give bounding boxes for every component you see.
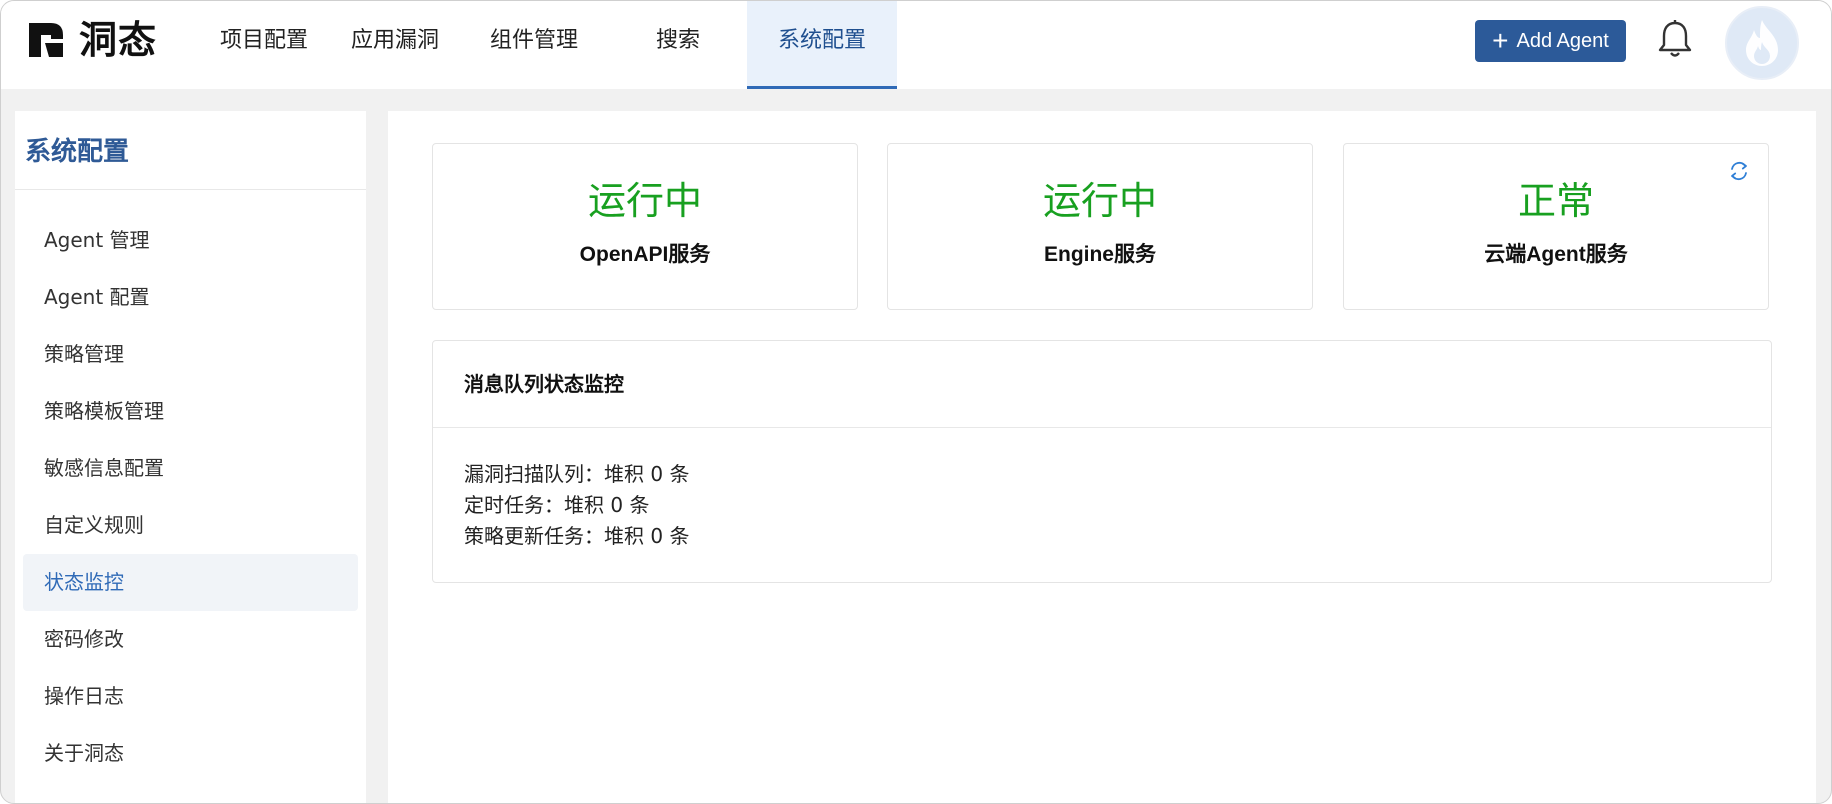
- top-navbar: 洞态 项目配置 应用漏洞 组件管理 搜索 系统配置 + Add Agent: [1, 1, 1831, 89]
- logo-mark-icon: [29, 23, 63, 57]
- sidebar-item-about[interactable]: 关于洞态: [23, 725, 358, 782]
- service-card-openapi: 运行中 OpenAPI服务: [432, 143, 858, 310]
- sidebar-menu: Agent 管理 Agent 配置 策略管理 策略模板管理 敏感信息配置 自定义…: [15, 212, 366, 782]
- sidebar-item-custom-rules[interactable]: 自定义规则: [23, 497, 358, 554]
- service-status: 正常: [1517, 179, 1594, 223]
- message-queue-title: 消息队列状态监控: [433, 341, 1771, 428]
- avatar[interactable]: [1725, 6, 1799, 80]
- queue-status-line: 策略更新任务：堆积 0 条: [464, 524, 690, 548]
- sidebar-title: 系统配置: [15, 111, 366, 190]
- sidebar-item-policy-management[interactable]: 策略管理: [23, 326, 358, 383]
- nav-item-system-config[interactable]: 系统配置: [747, 1, 897, 89]
- add-agent-button[interactable]: + Add Agent: [1475, 20, 1626, 62]
- app-window: 洞态 项目配置 应用漏洞 组件管理 搜索 系统配置 + Add Agent 系统…: [0, 0, 1832, 804]
- service-name: Engine服务: [1043, 243, 1156, 266]
- sidebar-item-sensitive-info-config[interactable]: 敏感信息配置: [23, 440, 358, 497]
- main-content: 运行中 OpenAPI服务 运行中 Engine服务 正常 云端Agent服务 …: [388, 111, 1816, 803]
- nav-item-component-management[interactable]: 组件管理: [459, 1, 609, 89]
- plus-icon: +: [1492, 25, 1509, 56]
- sidebar-item-agent-management[interactable]: Agent 管理: [23, 212, 358, 269]
- brand-logo[interactable]: 洞态: [25, 19, 157, 61]
- sidebar-item-policy-template-management[interactable]: 策略模板管理: [23, 383, 358, 440]
- add-agent-label: Add Agent: [1516, 29, 1609, 52]
- sidebar-item-change-password[interactable]: 密码修改: [23, 611, 358, 668]
- service-card-cloud-agent: 正常 云端Agent服务: [1343, 143, 1769, 310]
- service-name: OpenAPI服务: [579, 243, 711, 266]
- main-nav: 项目配置 应用漏洞 组件管理 搜索 系统配置: [197, 1, 897, 89]
- service-status: 运行中: [1042, 179, 1157, 223]
- service-name: 云端Agent服务: [1484, 243, 1628, 266]
- nav-item-app-vulnerabilities[interactable]: 应用漏洞: [331, 1, 459, 89]
- nav-item-project-config[interactable]: 项目配置: [197, 1, 331, 89]
- service-card-engine: 运行中 Engine服务: [887, 143, 1313, 310]
- refresh-icon[interactable]: [1728, 160, 1750, 182]
- flame-avatar-icon: [1746, 20, 1778, 66]
- nav-item-search[interactable]: 搜索: [609, 1, 747, 89]
- sidebar-item-status-monitoring[interactable]: 状态监控: [23, 554, 358, 611]
- message-queue-panel: 消息队列状态监控 漏洞扫描队列：堆积 0 条 定时任务：堆积 0 条 策略更新任…: [432, 340, 1772, 583]
- queue-status-line: 定时任务：堆积 0 条: [464, 493, 650, 517]
- queue-status-line: 漏洞扫描队列：堆积 0 条: [464, 462, 690, 486]
- bell-icon[interactable]: [1656, 19, 1694, 59]
- sidebar: 系统配置 Agent 管理 Agent 配置 策略管理 策略模板管理 敏感信息配…: [15, 111, 366, 803]
- message-queue-body: 漏洞扫描队列：堆积 0 条 定时任务：堆积 0 条 策略更新任务：堆积 0 条: [433, 428, 1771, 552]
- sidebar-item-operation-log[interactable]: 操作日志: [23, 668, 358, 725]
- brand-name: 洞态: [79, 18, 158, 62]
- service-status: 运行中: [587, 179, 702, 223]
- sidebar-item-agent-config[interactable]: Agent 配置: [23, 269, 358, 326]
